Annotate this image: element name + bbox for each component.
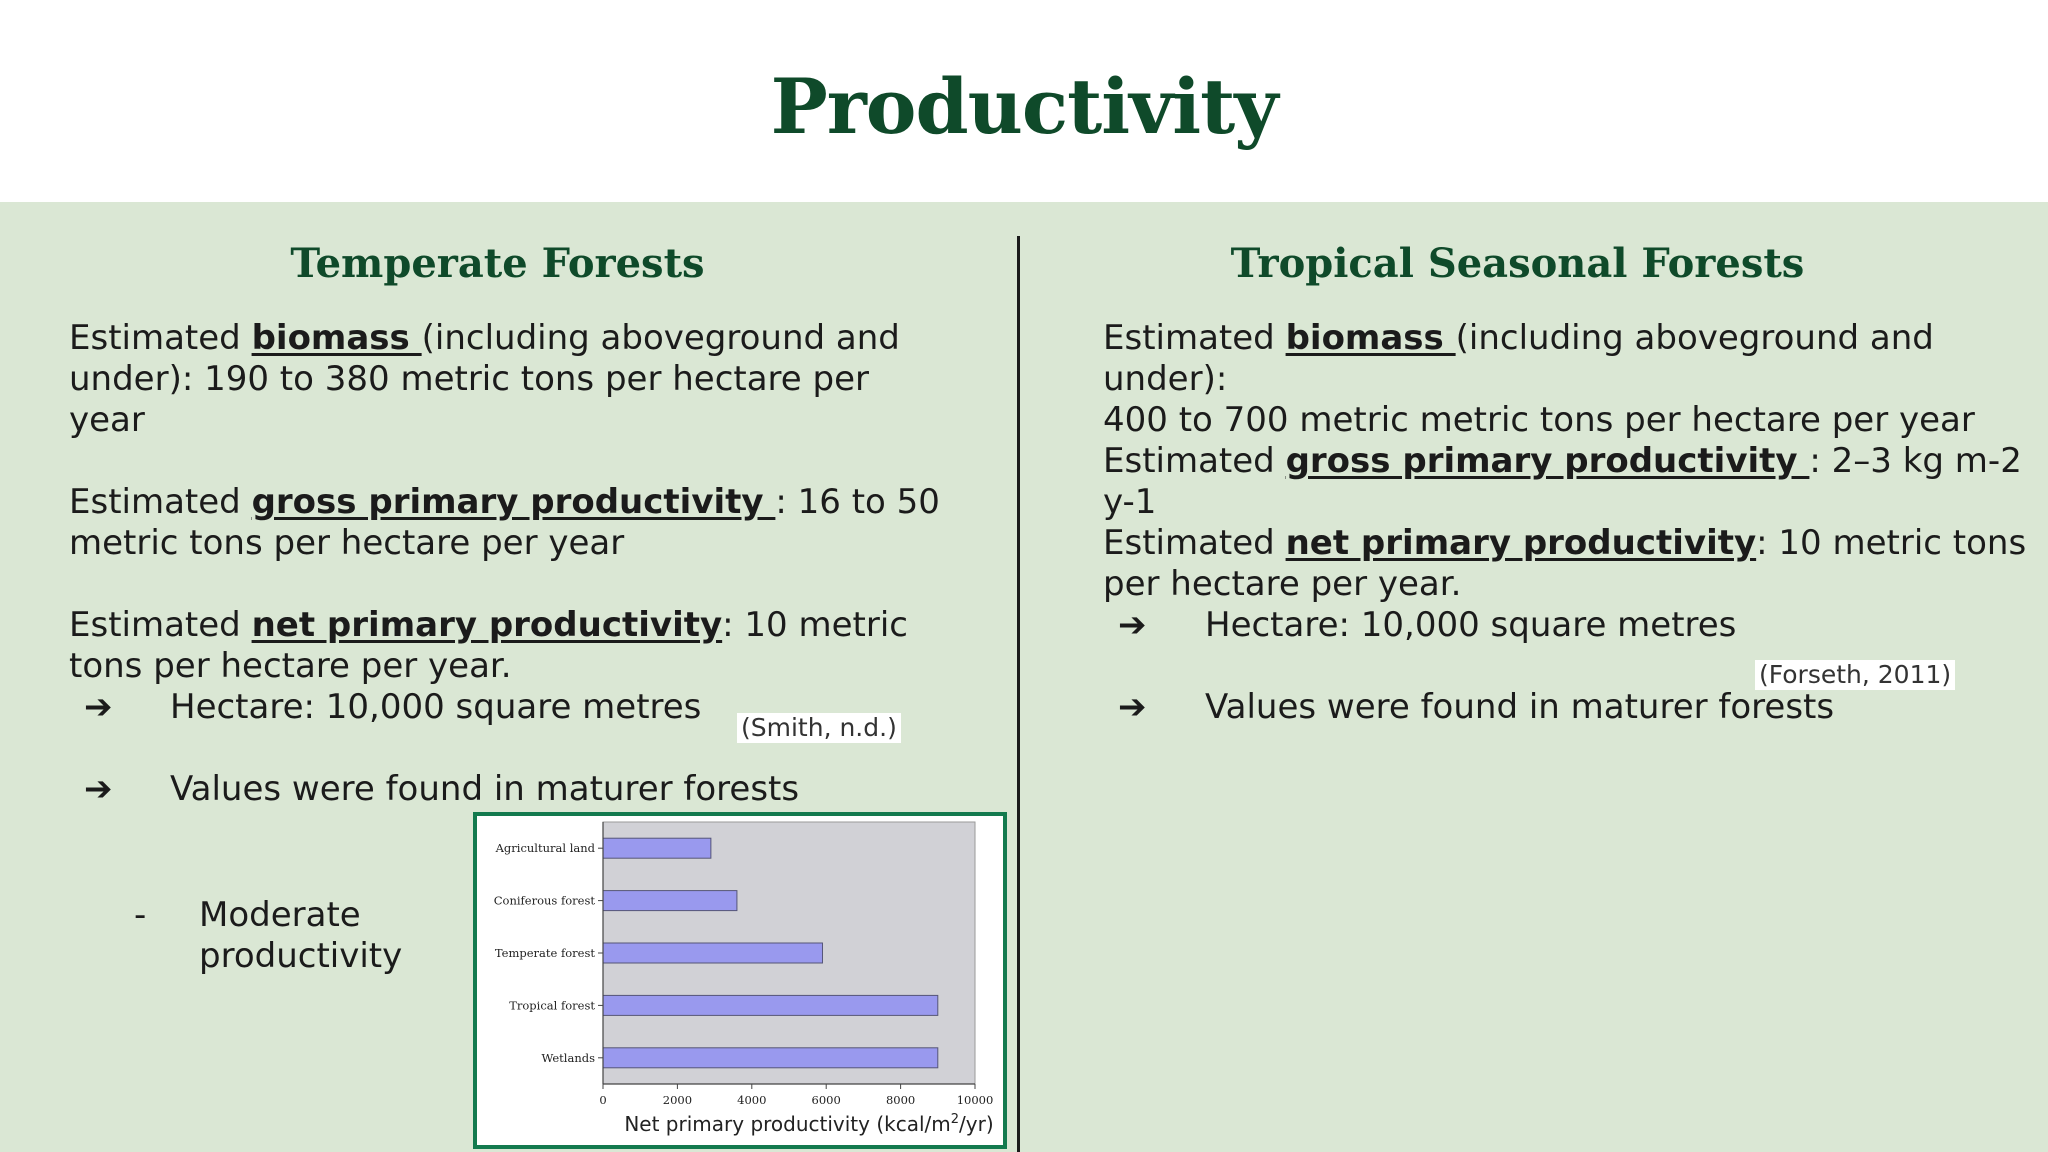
text-prefix: Estimated [1103,318,1286,358]
text-rest: : 10 metric [722,605,908,645]
left-sub-bullet: Moderate productivity [199,895,402,977]
bar [602,837,712,859]
left-biomass-paragraph: Estimated biomass (including aboveground… [69,318,969,441]
category-label: Agricultural land [495,841,596,855]
title-bar: Productivity [0,0,2048,202]
category-label: Wetlands [541,1051,595,1065]
term-gpp: gross primary productivity [251,482,776,522]
left-sub-dash: - [134,895,147,935]
column-divider [1017,236,1020,1152]
term-biomass: biomass [1285,318,1456,358]
text-prefix: Estimated [69,318,252,358]
right-biomass-paragraph: Estimated biomass (including aboveground… [1103,318,2043,441]
bar [602,1047,939,1069]
x-tick-label: 8000 [886,1093,915,1107]
x-tick-label: 2000 [663,1093,692,1107]
left-npp-paragraph: Estimated net primary productivity: 10 m… [69,605,969,687]
text-line: tons per hectare per year. [69,646,512,686]
x-tick-label: 10000 [957,1093,994,1107]
x-tick-label: 0 [599,1093,606,1107]
arrow-icon: ➔ [1118,687,1147,727]
text-prefix: Estimated [1103,523,1286,563]
left-bullet-hectare: Hectare: 10,000 square metres [170,687,702,727]
term-biomass: biomass [251,318,422,358]
bar [602,994,939,1016]
slide-title: Productivity [770,62,1279,151]
text-line: year [69,400,145,440]
term-npp: net primary productivity [251,605,723,645]
right-bullet-hectare: Hectare: 10,000 square metres [1205,605,1737,645]
term-npp: net primary productivity [1285,523,1757,563]
x-tick-label: 6000 [812,1093,841,1107]
x-axis-label: Net primary productivity (kcal/m2/yr) [624,1112,993,1136]
x-tick-label: 4000 [737,1093,766,1107]
left-gpp-paragraph: Estimated gross primary productivity : 1… [69,482,969,564]
text-line: productivity [199,936,403,976]
text-line: Moderate [199,895,361,935]
right-npp-paragraph: Estimated net primary productivity: 10 m… [1103,523,2043,605]
category-label: Coniferous forest [494,894,596,908]
arrow-icon: ➔ [1118,605,1147,645]
text-prefix: Estimated [1103,441,1286,481]
term-gpp: gross primary productivity [1285,441,1810,481]
right-gpp-paragraph: Estimated gross primary productivity : 2… [1103,441,2043,523]
bar [602,890,738,912]
right-bullet-maturer: Values were found in maturer forests [1205,687,1835,727]
right-heading: Tropical Seasonal Forests [1230,240,1805,287]
text-rest: : 10 metric tons [1756,523,2027,563]
text-line: metric tons per hectare per year [69,523,625,563]
arrow-icon: ➔ [84,769,113,809]
left-heading: Temperate Forests [290,240,705,287]
category-label: Temperate forest [495,946,595,960]
text-line: 400 to 700 metric metric tons per hectar… [1103,400,1975,440]
text-rest: (including aboveground and [421,318,900,358]
text-prefix: Estimated [69,605,252,645]
npp-bar-chart: Agricultural land Coniferous forest Temper… [494,821,994,1136]
left-citation: (Smith, n.d.) [737,713,901,743]
text-line: per hectare per year. [1103,564,1462,604]
npp-chart-frame: Agricultural land Coniferous forest Temper… [473,812,1007,1149]
text-rest: : 16 to 50 [775,482,940,522]
arrow-icon: ➔ [84,687,113,727]
text-line: under): 190 to 380 metric tons per hecta… [69,359,869,399]
text-prefix: Estimated [69,482,252,522]
category-label: Tropical forest [509,998,595,1012]
bar [602,942,823,964]
right-citation: (Forseth, 2011) [1755,660,1956,690]
left-bullet-maturer: Values were found in maturer forests [170,769,800,809]
